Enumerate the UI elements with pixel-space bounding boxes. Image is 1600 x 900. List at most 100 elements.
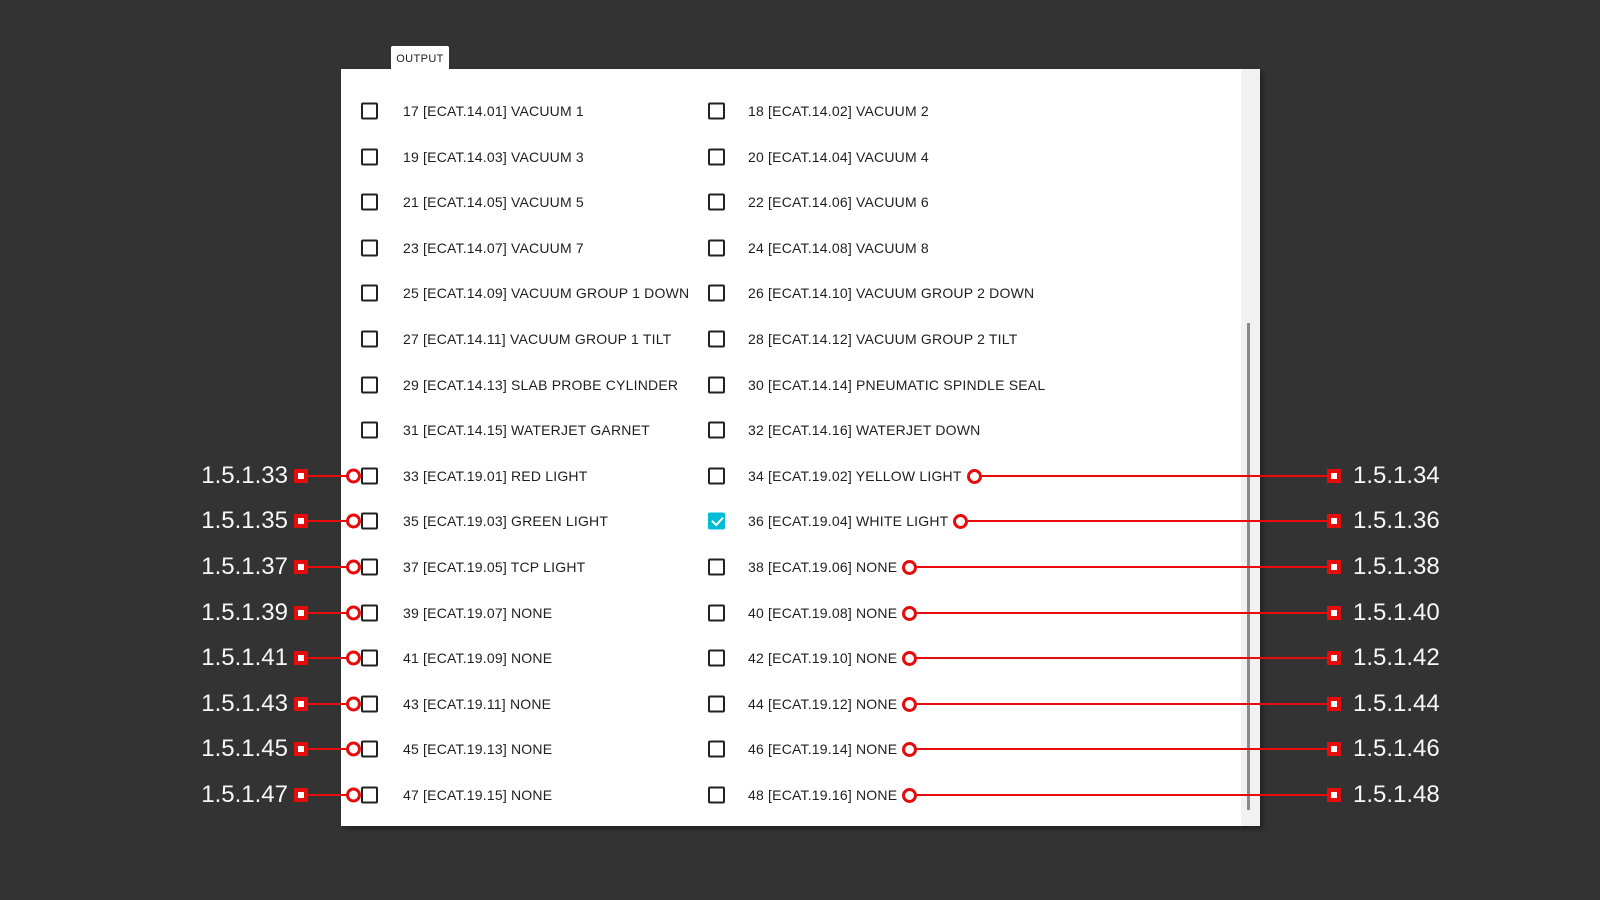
io-row: 1.5.1.47 47 [ECAT.19.15] NONE 48 [ECAT.1… bbox=[0, 772, 1600, 818]
io-row: 1.5.1.45 45 [ECAT.19.13] NONE 46 [ECAT.1… bbox=[0, 726, 1600, 772]
annotation-square-marker bbox=[1327, 788, 1341, 802]
checkbox-17[interactable] bbox=[361, 103, 378, 120]
annotation-circle-marker bbox=[346, 606, 361, 621]
annotation-group: 38 [ECAT.19.06] NONE bbox=[748, 559, 1341, 575]
annotation-circle-marker bbox=[967, 469, 982, 484]
checkbox-31[interactable] bbox=[361, 422, 378, 439]
annotation-label: 1.5.1.40 bbox=[1353, 599, 1440, 627]
annotation-square-marker bbox=[1327, 514, 1341, 528]
output-label: 30 [ECAT.14.14] PNEUMATIC SPINDLE SEAL bbox=[748, 377, 1045, 393]
annotation-label: 1.5.1.46 bbox=[1353, 735, 1440, 763]
checkbox-37[interactable] bbox=[361, 559, 378, 576]
io-row: 1.5.1.41 41 [ECAT.19.09] NONE 42 [ECAT.1… bbox=[0, 635, 1600, 681]
output-label: 31 [ECAT.14.15] WATERJET GARNET bbox=[403, 422, 650, 438]
output-label: 47 [ECAT.19.15] NONE bbox=[403, 787, 552, 803]
checkbox-26[interactable] bbox=[708, 285, 725, 302]
checkbox-30[interactable] bbox=[708, 377, 725, 394]
checkbox-48[interactable] bbox=[708, 787, 725, 804]
annotation-label: 1.5.1.43 bbox=[130, 690, 288, 718]
annotation-line bbox=[306, 475, 348, 477]
annotation-group: 34 [ECAT.19.02] YELLOW LIGHT bbox=[748, 468, 1341, 484]
checkbox-47[interactable] bbox=[361, 787, 378, 804]
checkbox-38[interactable] bbox=[708, 559, 725, 576]
output-label: 25 [ECAT.14.09] VACUUM GROUP 1 DOWN bbox=[403, 285, 689, 301]
checkbox-19[interactable] bbox=[361, 149, 378, 166]
output-label: 18 [ECAT.14.02] VACUUM 2 bbox=[748, 103, 929, 119]
checkbox-42[interactable] bbox=[708, 650, 725, 667]
output-label: 21 [ECAT.14.05] VACUUM 5 bbox=[403, 194, 584, 210]
annotation-line bbox=[917, 748, 1327, 750]
checkbox-40[interactable] bbox=[708, 605, 725, 622]
annotation-square-marker bbox=[1327, 697, 1341, 711]
checkbox-24[interactable] bbox=[708, 240, 725, 257]
checkbox-43[interactable] bbox=[361, 696, 378, 713]
annotation-circle-marker bbox=[346, 469, 361, 484]
checkbox-29[interactable] bbox=[361, 377, 378, 394]
annotation-label: 1.5.1.45 bbox=[130, 735, 288, 763]
output-label: 40 [ECAT.19.08] NONE bbox=[748, 605, 897, 621]
annotation-circle-marker bbox=[346, 514, 361, 529]
output-label: 33 [ECAT.19.01] RED LIGHT bbox=[403, 468, 587, 484]
annotation-line bbox=[917, 794, 1327, 796]
annotation-line bbox=[306, 612, 348, 614]
annotation-label: 1.5.1.39 bbox=[130, 599, 288, 627]
io-row: 23 [ECAT.14.07] VACUUM 7 24 [ECAT.14.08]… bbox=[0, 225, 1600, 271]
annotation-line bbox=[968, 520, 1327, 522]
output-label: 39 [ECAT.19.07] NONE bbox=[403, 605, 552, 621]
annotation-group: 46 [ECAT.19.14] NONE bbox=[748, 741, 1341, 757]
annotation-square-marker bbox=[1327, 606, 1341, 620]
tab-output[interactable]: OUTPUT bbox=[391, 46, 449, 71]
annotation-circle-marker bbox=[346, 651, 361, 666]
output-label: 42 [ECAT.19.10] NONE bbox=[748, 650, 897, 666]
io-row: 29 [ECAT.14.13] SLAB PROBE CYLINDER 30 [… bbox=[0, 362, 1600, 408]
checkbox-28[interactable] bbox=[708, 331, 725, 348]
checkbox-36[interactable] bbox=[708, 513, 725, 530]
checkbox-34[interactable] bbox=[708, 468, 725, 485]
checkbox-39[interactable] bbox=[361, 605, 378, 622]
checkbox-41[interactable] bbox=[361, 650, 378, 667]
annotation-circle-marker bbox=[346, 742, 361, 757]
annotation-label: 1.5.1.33 bbox=[130, 462, 288, 490]
output-label: 37 [ECAT.19.05] TCP LIGHT bbox=[403, 559, 585, 575]
output-label: 20 [ECAT.14.04] VACUUM 4 bbox=[748, 149, 929, 165]
annotation-line bbox=[306, 703, 348, 705]
output-label: 36 [ECAT.19.04] WHITE LIGHT bbox=[748, 513, 948, 529]
annotation-circle-marker bbox=[346, 560, 361, 575]
annotation-line bbox=[917, 657, 1327, 659]
checkbox-35[interactable] bbox=[361, 513, 378, 530]
output-label: 44 [ECAT.19.12] NONE bbox=[748, 696, 897, 712]
annotation-line bbox=[917, 566, 1327, 568]
checkbox-33[interactable] bbox=[361, 468, 378, 485]
checkbox-22[interactable] bbox=[708, 194, 725, 211]
checkbox-27[interactable] bbox=[361, 331, 378, 348]
io-row: 1.5.1.43 43 [ECAT.19.11] NONE 44 [ECAT.1… bbox=[0, 681, 1600, 727]
annotation-square-marker bbox=[1327, 560, 1341, 574]
checkbox-23[interactable] bbox=[361, 240, 378, 257]
output-label: 32 [ECAT.14.16] WATERJET DOWN bbox=[748, 422, 980, 438]
output-label: 41 [ECAT.19.09] NONE bbox=[403, 650, 552, 666]
annotation-label: 1.5.1.41 bbox=[130, 644, 288, 672]
checkbox-21[interactable] bbox=[361, 194, 378, 211]
annotation-line bbox=[917, 703, 1327, 705]
annotation-circle-marker bbox=[346, 788, 361, 803]
output-label: 38 [ECAT.19.06] NONE bbox=[748, 559, 897, 575]
output-label: 19 [ECAT.14.03] VACUUM 3 bbox=[403, 149, 584, 165]
annotation-square-marker bbox=[1327, 469, 1341, 483]
io-row: 31 [ECAT.14.15] WATERJET GARNET 32 [ECAT… bbox=[0, 407, 1600, 453]
annotation-label: 1.5.1.35 bbox=[130, 507, 288, 535]
annotation-label: 1.5.1.47 bbox=[130, 781, 288, 809]
annotation-label: 1.5.1.36 bbox=[1353, 507, 1440, 535]
output-label: 45 [ECAT.19.13] NONE bbox=[403, 741, 552, 757]
output-label: 43 [ECAT.19.11] NONE bbox=[403, 696, 551, 712]
checkbox-20[interactable] bbox=[708, 149, 725, 166]
checkbox-25[interactable] bbox=[361, 285, 378, 302]
checkbox-44[interactable] bbox=[708, 696, 725, 713]
checkbox-46[interactable] bbox=[708, 741, 725, 758]
annotation-group: 40 [ECAT.19.08] NONE bbox=[748, 605, 1341, 621]
annotation-circle-marker bbox=[902, 651, 917, 666]
annotation-group: 36 [ECAT.19.04] WHITE LIGHT bbox=[748, 513, 1341, 529]
checkbox-18[interactable] bbox=[708, 103, 725, 120]
checkbox-32[interactable] bbox=[708, 422, 725, 439]
checkbox-45[interactable] bbox=[361, 741, 378, 758]
output-label: 27 [ECAT.14.11] VACUUM GROUP 1 TILT bbox=[403, 331, 671, 347]
